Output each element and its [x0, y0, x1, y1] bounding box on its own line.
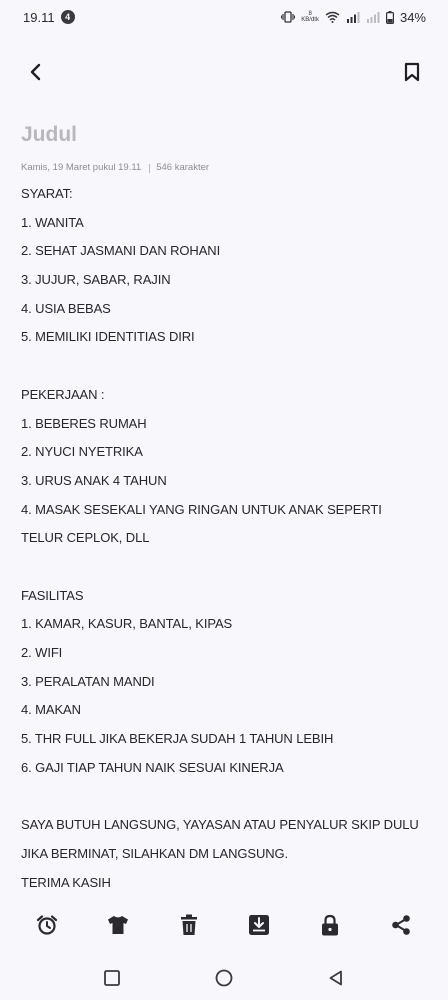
- recents-icon: [104, 970, 120, 986]
- shirt-icon: [107, 916, 128, 934]
- note-line: [21, 352, 431, 381]
- note-line: SAYA BUTUH LANGSUNG, YAYASAN ATAU PENYAL…: [21, 817, 419, 833]
- note-line: [21, 553, 431, 582]
- note-line: [21, 782, 431, 811]
- save-as-button[interactable]: [244, 910, 274, 940]
- theme-button[interactable]: [103, 910, 133, 940]
- top-app-bar: [0, 48, 448, 96]
- bookmark-button[interactable]: [398, 58, 426, 86]
- note-line: PEKERJAAN :: [21, 386, 105, 402]
- download-icon: [249, 915, 270, 935]
- net-speed: 8 KB/dtk: [301, 11, 319, 23]
- reminder-button[interactable]: [32, 910, 62, 940]
- net-speed-unit: KB/dtk: [301, 17, 319, 23]
- note-line: 1. KAMAR, KASUR, BANTAL, KIPAS: [21, 616, 233, 632]
- note-title[interactable]: Judul: [21, 118, 431, 152]
- note-line: 2. NYUCI NYETRIKA: [21, 444, 143, 460]
- alarm-icon: [37, 915, 58, 935]
- battery-icon: [385, 10, 394, 24]
- note-line: 2. SEHAT JASMANI DAN ROHANI: [21, 243, 221, 259]
- lock-icon: [321, 914, 338, 936]
- note-line: 4. MASAK SESEKALI YANG RINGAN UNTUK ANAK…: [21, 501, 382, 517]
- battery-percent: 34%: [399, 9, 426, 25]
- note-line: TELUR CEPLOK, DLL: [21, 530, 150, 546]
- note-body[interactable]: SYARAT: 1. WANITA 2. SEHAT JASMANI DAN R…: [21, 180, 431, 897]
- status-right: 8 KB/dtk 34%: [281, 10, 426, 25]
- note-line: 3. PERALATAN MANDI: [21, 673, 155, 689]
- note-line: TERIMA KASIH: [21, 874, 111, 890]
- back-button[interactable]: [22, 58, 50, 86]
- note-line: 3. JUJUR, SABAR, RAJIN: [21, 272, 171, 288]
- bottom-toolbar: [0, 896, 448, 954]
- delete-button[interactable]: [174, 910, 204, 940]
- signal-icon: [346, 12, 360, 23]
- home-button[interactable]: [210, 964, 238, 992]
- recents-button[interactable]: [98, 964, 126, 992]
- note-line: 5. MEMILIKI IDENTITIAS DIRI: [21, 329, 195, 345]
- note-editor[interactable]: Judul Kamis, 19 Maret pukul 19.11 546 ka…: [21, 118, 431, 897]
- status-time: 19.11: [23, 9, 55, 25]
- note-date: Kamis, 19 Maret pukul 19.11: [21, 162, 142, 173]
- note-line: 5. THR FULL JIKA BEKERJA SUDAH 1 TAHUN L…: [21, 731, 334, 747]
- nav-back-button[interactable]: [322, 964, 350, 992]
- note-line: 3. URUS ANAK 4 TAHUN: [21, 472, 167, 488]
- lock-button[interactable]: [315, 910, 345, 940]
- status-left: 19.11 4: [23, 10, 75, 25]
- home-icon: [215, 969, 233, 987]
- note-line: 4. MAKAN: [21, 702, 81, 718]
- share-button[interactable]: [386, 910, 416, 940]
- trash-icon: [180, 914, 197, 935]
- note-line: 4. USIA BEBAS: [21, 300, 111, 316]
- status-bar: 19.11 4 8 KB/dtk 34%: [0, 0, 448, 34]
- note-char-count: 546 karakter: [156, 162, 210, 173]
- note-line: 1. WANITA: [21, 214, 84, 230]
- wifi-icon: [325, 11, 340, 23]
- vibrate-icon: [281, 11, 296, 23]
- back-arrow-icon: [30, 63, 41, 81]
- signal-secondary-icon: [366, 12, 380, 23]
- system-nav-bar: [0, 956, 448, 1000]
- note-line: 2. WIFI: [21, 645, 63, 660]
- note-line: FASILITAS: [21, 587, 84, 603]
- bookmark-icon: [404, 62, 420, 82]
- note-line: SYARAT:: [21, 186, 73, 201]
- notification-count-badge: 4: [60, 10, 75, 24]
- note-line: 1. BEBERES RUMAH: [21, 415, 147, 431]
- meta-divider: [149, 163, 151, 173]
- note-line: 6. GAJI TIAP TAHUN NAIK SESUAI KINERJA: [21, 759, 284, 775]
- back-icon: [329, 970, 342, 986]
- share-icon: [391, 915, 410, 935]
- note-line: JIKA BERMINAT, SILAHKAN DM LANGSUNG.: [21, 845, 289, 861]
- note-meta: Kamis, 19 Maret pukul 19.11 546 karakter: [21, 160, 431, 176]
